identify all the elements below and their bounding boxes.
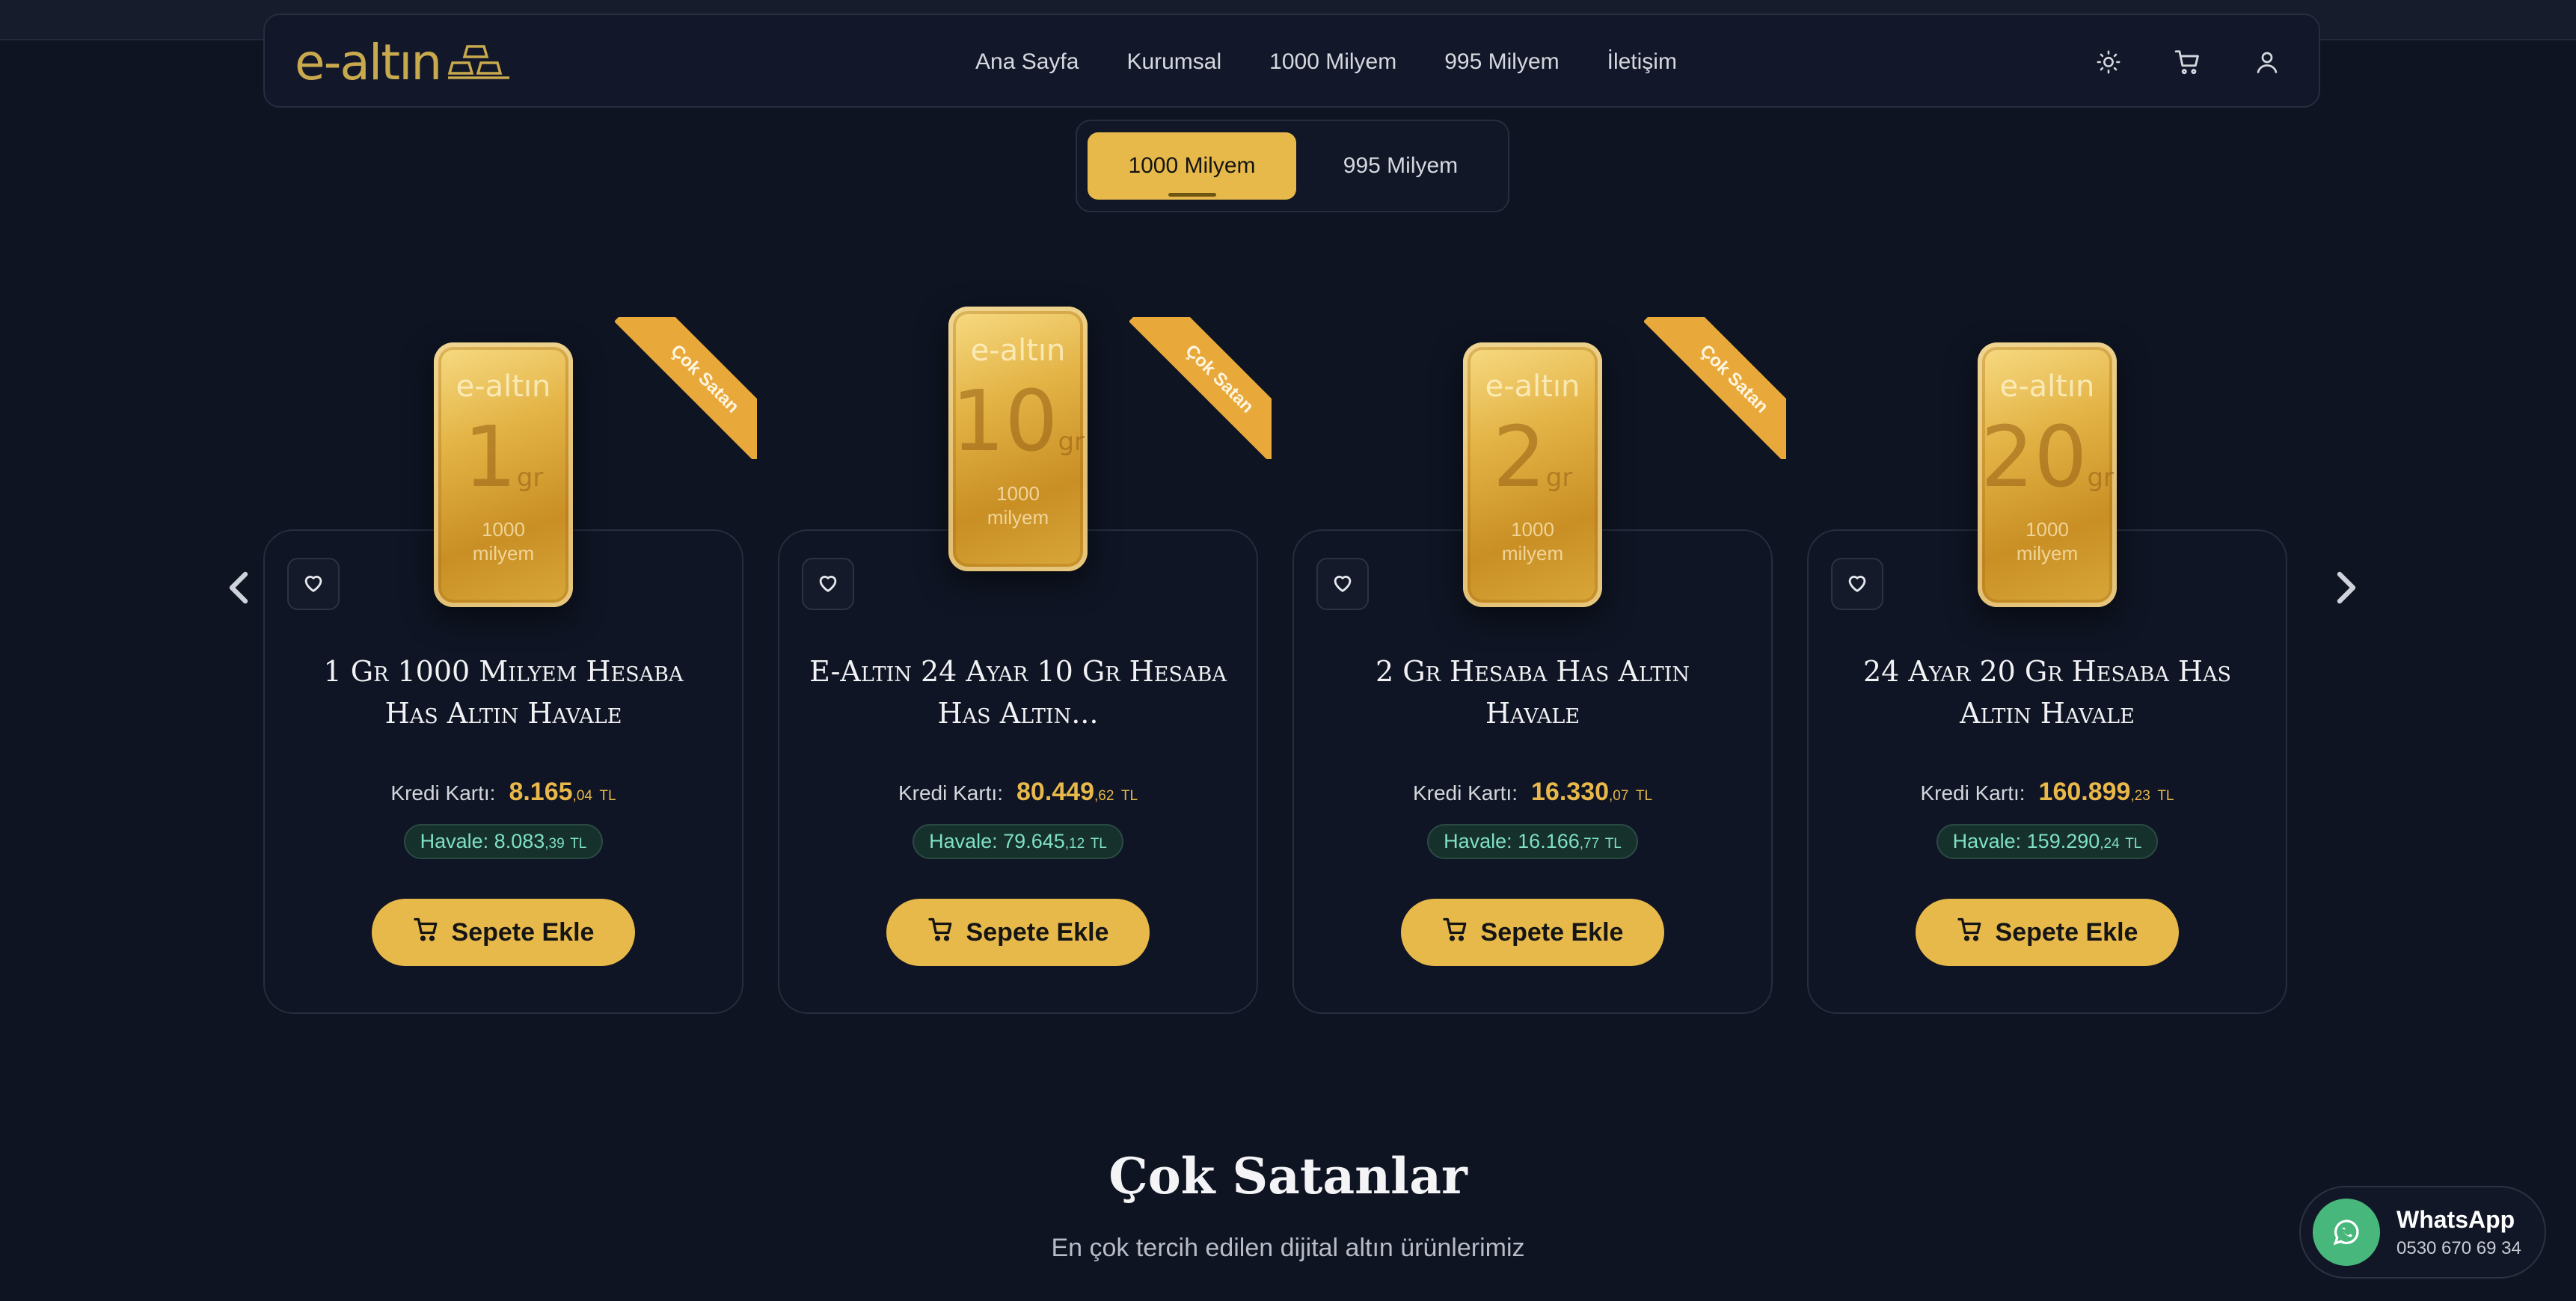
- favorite-button[interactable]: [287, 558, 340, 610]
- sun-icon[interactable]: [2093, 46, 2124, 78]
- kredi-label: Kredi Kartı:: [1920, 781, 2025, 805]
- bar-milyem: 1000 milyem: [987, 482, 1049, 529]
- kredi-price-row: Kredi Kartı: 80.449,62 TL: [779, 778, 1257, 807]
- favorite-button[interactable]: [1316, 558, 1369, 610]
- kredi-label: Kredi Kartı:: [390, 781, 496, 805]
- whatsapp-button[interactable]: WhatsApp 0530 670 69 34: [2299, 1186, 2546, 1279]
- gold-bar-image[interactable]: e-altın 1gr 1000 milyem: [434, 342, 573, 607]
- havale-price-badge: Havale: 79.645,12 TL: [913, 824, 1123, 859]
- logo-text: e-altın: [295, 34, 442, 91]
- chevron-right-icon: [2337, 571, 2356, 604]
- ribbon-label: Çok Satan: [1644, 317, 1786, 459]
- gold-bars-logo-icon: [447, 45, 510, 79]
- navbar: e-altın Ana Sayfa Kurumsal 1000 Milyem 9…: [263, 13, 2320, 108]
- bar-milyem: 1000 milyem: [1501, 518, 1564, 565]
- heart-icon: [1330, 570, 1355, 599]
- cart-icon: [1957, 916, 1984, 950]
- add-to-cart-button[interactable]: Sepete Ekle: [886, 899, 1150, 966]
- heart-icon: [1844, 570, 1870, 599]
- whatsapp-phone: 0530 670 69 34: [2396, 1237, 2521, 1258]
- nav-iletisim[interactable]: İletişim: [1607, 49, 1677, 75]
- gold-bar-image[interactable]: e-altın 10gr 1000 milyem: [948, 307, 1088, 571]
- cok-satan-ribbon: Çok Satan: [615, 317, 757, 459]
- bar-gram: 1gr: [463, 409, 544, 506]
- product-card[interactable]: E-Altın 24 Ayar 10 Gr Hesaba Has Altın..…: [778, 529, 1258, 1014]
- section-title: Çok Satanlar: [1108, 1147, 1468, 1205]
- product-title[interactable]: 2 Gr Hesaba Has Altın Havale: [1324, 650, 1741, 734]
- bar-brand: e-altın: [1485, 369, 1580, 404]
- kredi-price-row: Kredi Kartı: 160.899,23 TL: [1809, 778, 2286, 807]
- havale-price-badge: Havale: 16.166,77 TL: [1427, 824, 1638, 859]
- cok-satan-ribbon: Çok Satan: [1129, 317, 1272, 459]
- site-logo[interactable]: e-altın: [295, 34, 542, 91]
- cart-icon[interactable]: [2172, 46, 2204, 78]
- ribbon-label: Çok Satan: [615, 317, 757, 459]
- bar-brand: e-altın: [970, 333, 1066, 368]
- heart-icon: [301, 570, 326, 599]
- bar-gram: 20gr: [1980, 409, 2115, 506]
- bar-gram: 2gr: [1492, 409, 1573, 506]
- bar-brand: e-altın: [456, 369, 551, 404]
- gold-bar-image[interactable]: e-altın 2gr 1000 milyem: [1463, 342, 1602, 607]
- carousel-next-arrow[interactable]: [2323, 565, 2368, 610]
- add-to-cart-label: Sepete Ekle: [966, 917, 1109, 947]
- nav-995-milyem[interactable]: 995 Milyem: [1444, 49, 1559, 75]
- section-subtitle: En çok tercih edilen dijital altın ürünl…: [1051, 1234, 1525, 1262]
- kredi-price-row: Kredi Kartı: 16.330,07 TL: [1294, 778, 1771, 807]
- heart-icon: [815, 570, 841, 599]
- add-to-cart-button[interactable]: Sepete Ekle: [1916, 899, 2179, 966]
- kredi-price: 160.899,23 TL: [2038, 778, 2174, 806]
- tab-1000-milyem[interactable]: 1000 Milyem: [1088, 132, 1296, 200]
- carousel-prev-arrow[interactable]: [217, 565, 262, 610]
- add-to-cart-label: Sepete Ekle: [1480, 917, 1624, 947]
- nav-1000-milyem[interactable]: 1000 Milyem: [1269, 49, 1396, 75]
- kredi-price: 8.165,04 TL: [509, 778, 616, 806]
- kredi-label: Kredi Kartı:: [898, 781, 1003, 805]
- main-nav: Ana Sayfa Kurumsal 1000 Milyem 995 Milye…: [975, 15, 1677, 109]
- product-title[interactable]: 24 Ayar 20 Gr Hesaba Has Altin Havale: [1839, 650, 2256, 734]
- ribbon-label: Çok Satan: [1129, 317, 1272, 459]
- nav-kurumsal[interactable]: Kurumsal: [1126, 49, 1221, 75]
- user-icon[interactable]: [2251, 46, 2283, 78]
- havale-price-badge: Havale: 159.290,24 TL: [1936, 824, 2159, 859]
- milyem-tabs: 1000 Milyem 995 Milyem: [1076, 120, 1509, 212]
- nav-actions: [2093, 15, 2283, 109]
- add-to-cart-label: Sepete Ekle: [1995, 917, 2138, 947]
- cart-icon: [927, 916, 954, 950]
- cart-icon: [413, 916, 440, 950]
- kredi-price: 80.449,62 TL: [1016, 778, 1138, 806]
- cok-satan-ribbon: Çok Satan: [1644, 317, 1786, 459]
- cart-icon: [1442, 916, 1469, 950]
- add-to-cart-button[interactable]: Sepete Ekle: [372, 899, 635, 966]
- add-to-cart-button[interactable]: Sepete Ekle: [1401, 899, 1664, 966]
- nav-ana-sayfa[interactable]: Ana Sayfa: [975, 49, 1079, 75]
- bar-gram: 10gr: [951, 373, 1085, 470]
- kredi-label: Kredi Kartı:: [1412, 781, 1518, 805]
- whatsapp-title: WhatsApp: [2396, 1205, 2515, 1233]
- chevron-left-icon: [229, 571, 248, 604]
- gold-bar-image[interactable]: e-altın 20gr 1000 milyem: [1978, 342, 2117, 607]
- havale-price-badge: Havale: 8.083,39 TL: [403, 824, 604, 859]
- bar-milyem: 1000 milyem: [472, 518, 535, 565]
- kredi-price: 16.330,07 TL: [1531, 778, 1653, 806]
- tab-995-milyem[interactable]: 995 Milyem: [1304, 132, 1497, 200]
- favorite-button[interactable]: [802, 558, 854, 610]
- product-title[interactable]: 1 Gr 1000 Milyem Hesaba Has Altın Havale: [295, 650, 712, 734]
- product-title[interactable]: E-Altın 24 Ayar 10 Gr Hesaba Has Altın..…: [809, 650, 1227, 734]
- kredi-price-row: Kredi Kartı: 8.165,04 TL: [265, 778, 742, 807]
- whatsapp-icon: [2313, 1199, 2380, 1266]
- favorite-button[interactable]: [1831, 558, 1883, 610]
- bar-milyem: 1000 milyem: [2016, 518, 2079, 565]
- bar-brand: e-altın: [1999, 369, 2095, 404]
- add-to-cart-label: Sepete Ekle: [451, 917, 595, 947]
